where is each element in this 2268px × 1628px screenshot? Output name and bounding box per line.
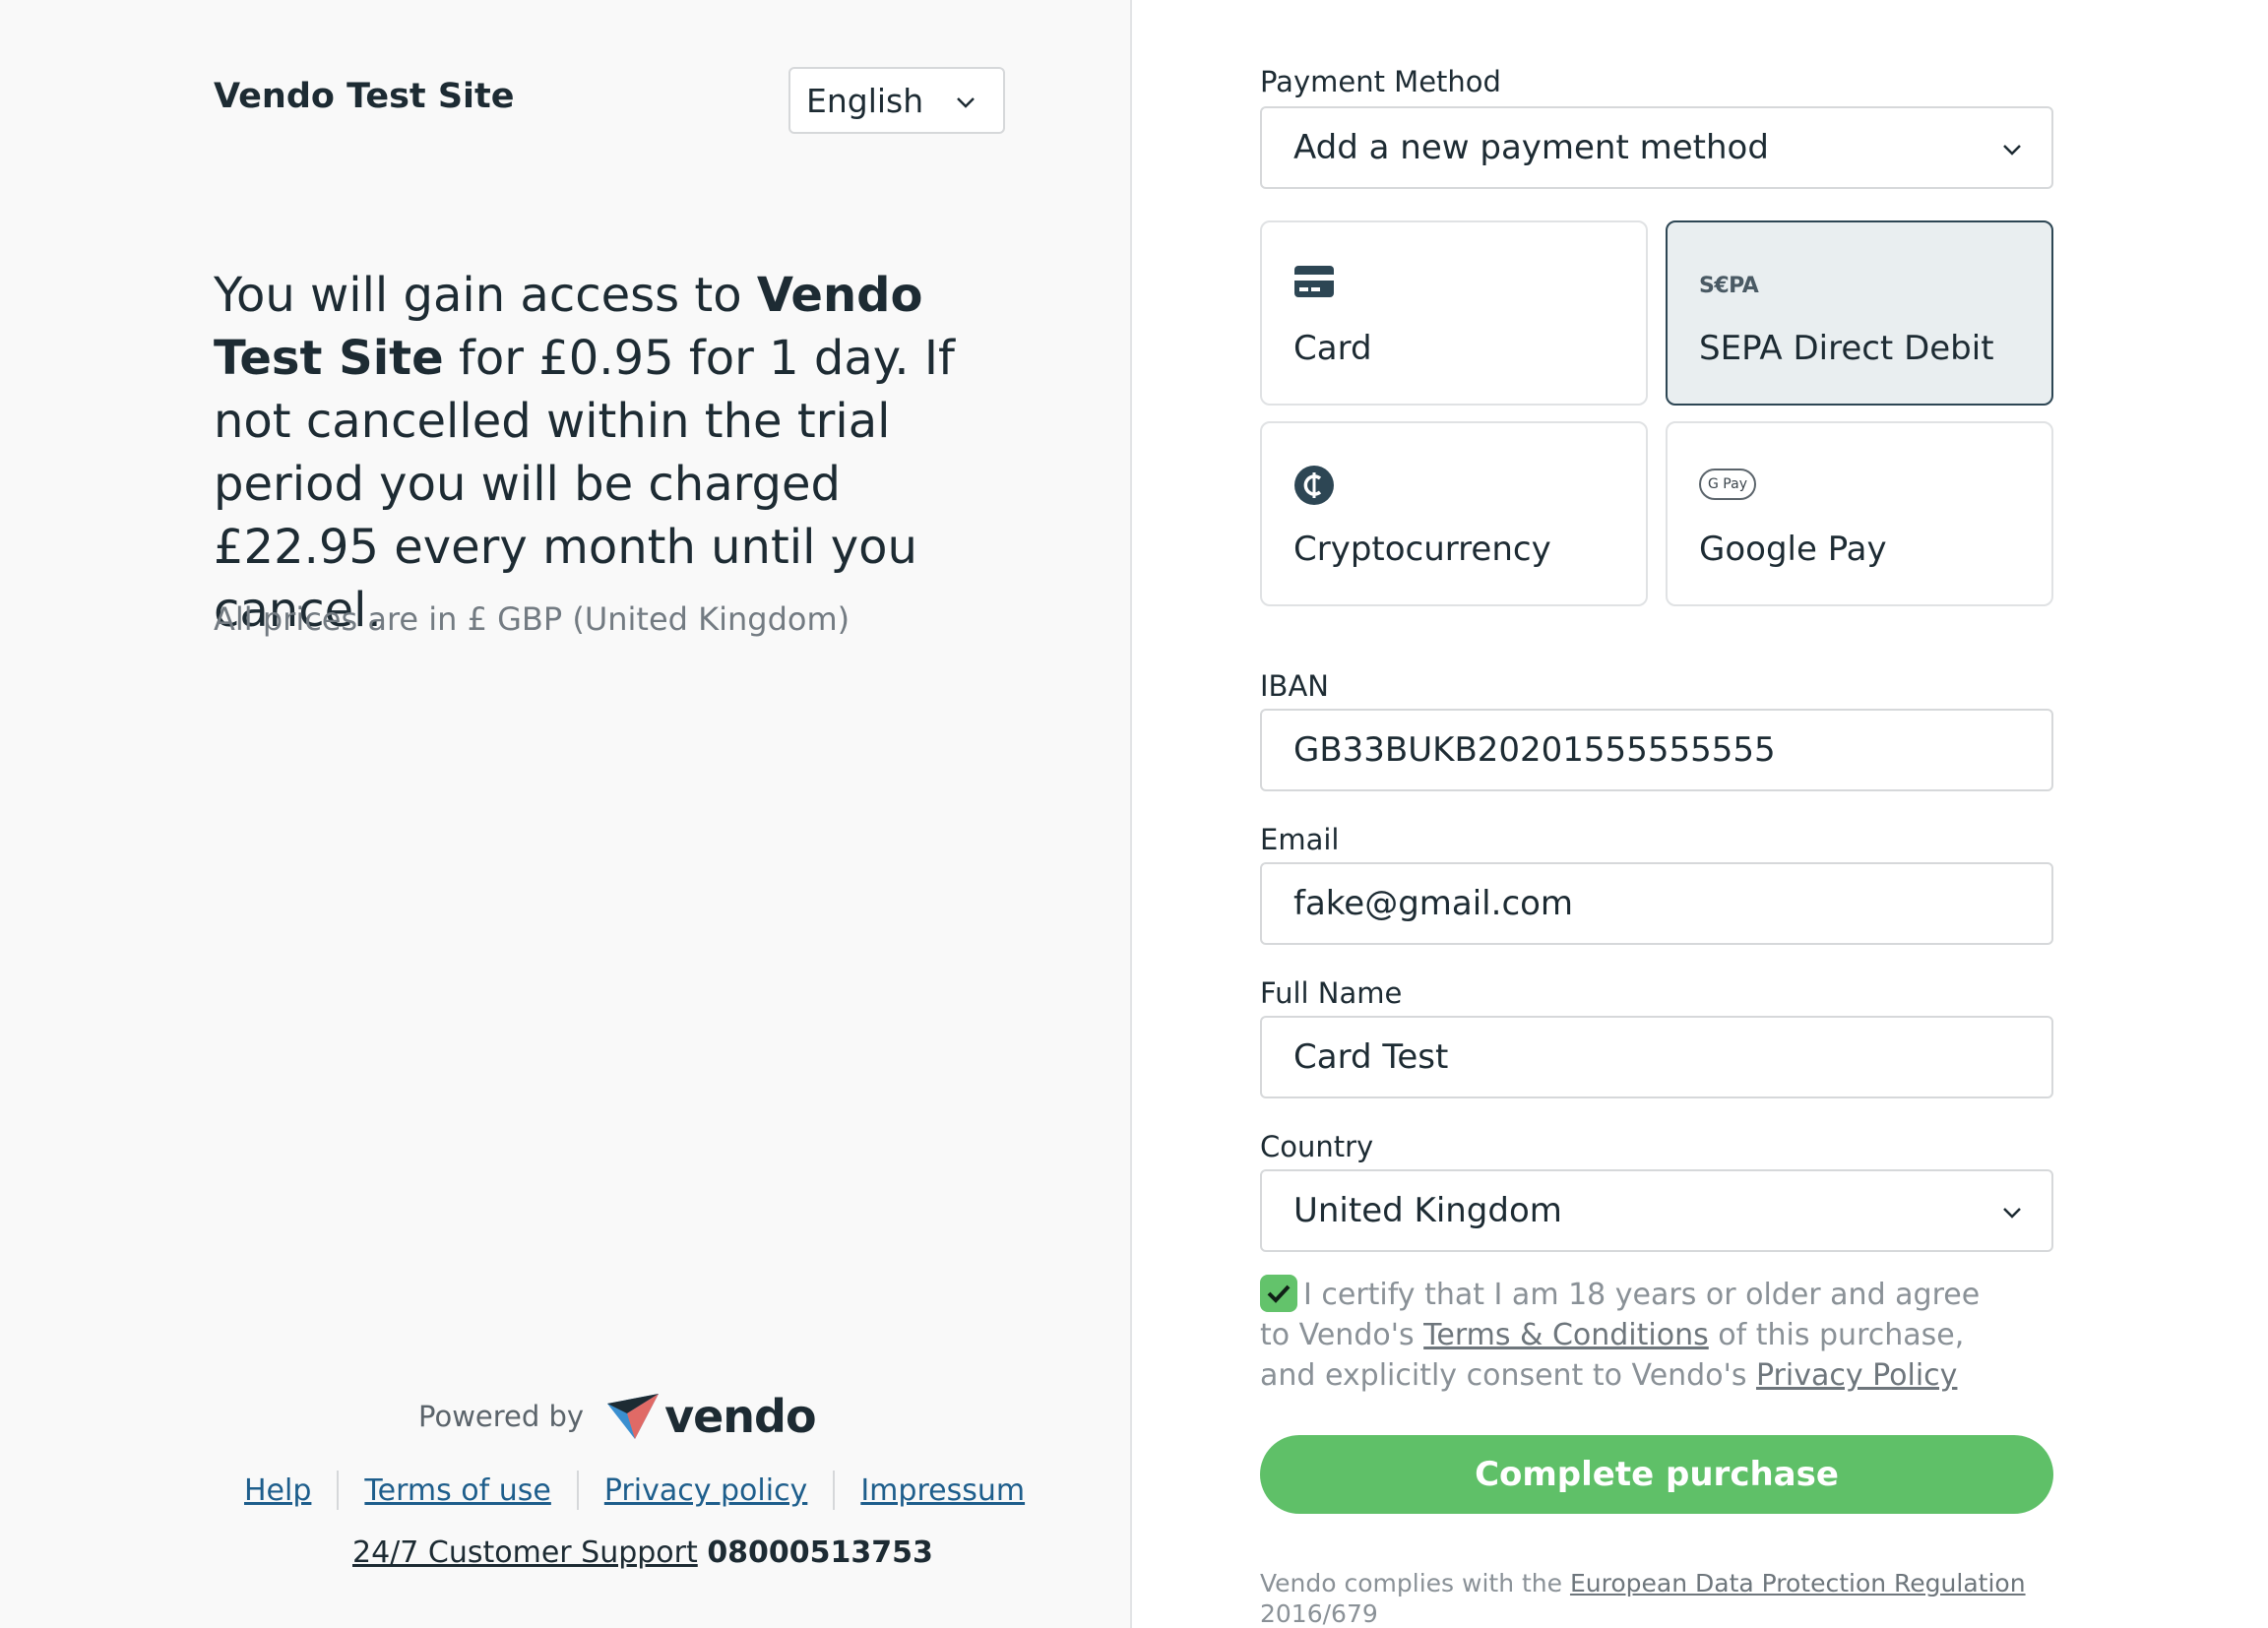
payment-option-label: Card [1293, 329, 1372, 368]
support-label[interactable]: 24/7 Customer Support [352, 1535, 698, 1570]
payment-method-select[interactable]: Add a new payment method [1260, 106, 2053, 189]
language-select[interactable]: English [788, 67, 1005, 134]
chevron-down-icon [957, 97, 975, 108]
powered-by-label: Powered by [418, 1400, 585, 1433]
privacy-policy-consent-link[interactable]: Privacy Policy [1756, 1358, 1957, 1393]
powered-by: Powered by vendo [418, 1390, 817, 1443]
vendo-logo-icon [607, 1394, 660, 1439]
help-link[interactable]: Help [244, 1473, 311, 1508]
payment-option-label: Cryptocurrency [1293, 530, 1551, 569]
offer-part1: You will gain access to [214, 268, 757, 323]
payment-option-card[interactable]: Card [1260, 220, 1648, 406]
payment-option-sepa[interactable]: S€PA SEPA Direct Debit [1666, 220, 2053, 406]
vendo-logo: vendo [605, 1390, 817, 1443]
checkmark-icon [1267, 1284, 1291, 1303]
footer-links: Help Terms of use Privacy policy Impress… [244, 1471, 1025, 1510]
full-name-field[interactable]: Card Test [1260, 1016, 2053, 1098]
email-label: Email [1260, 823, 1340, 856]
terms-of-use-link[interactable]: Terms of use [364, 1473, 550, 1508]
divider [337, 1471, 340, 1510]
iban-label: IBAN [1260, 669, 1329, 703]
payment-method-value: Add a new payment method [1293, 128, 1769, 167]
iban-field[interactable]: GB33BUKB20201555555555 [1260, 709, 2053, 791]
chevron-down-icon [2003, 1208, 2021, 1219]
email-field[interactable]: fake@gmail.com [1260, 862, 2053, 945]
country-label: Country [1260, 1130, 1374, 1163]
consent-text: I certify that I am 18 years or older an… [1260, 1275, 2008, 1396]
payment-option-label: Google Pay [1699, 530, 1887, 569]
payment-option-google-pay[interactable]: G Pay Google Pay [1666, 421, 2053, 606]
privacy-policy-link[interactable]: Privacy policy [604, 1473, 807, 1508]
email-value: fake@gmail.com [1293, 884, 1574, 923]
language-value: English [806, 81, 924, 120]
country-value: United Kingdom [1293, 1191, 1562, 1230]
complete-purchase-button[interactable]: Complete purchase [1260, 1435, 2053, 1514]
consent-checkbox[interactable] [1260, 1275, 1297, 1312]
left-panel: Vendo Test Site English You will gain ac… [0, 0, 1132, 1628]
google-pay-icon: G Pay [1699, 469, 1756, 500]
impressum-link[interactable]: Impressum [860, 1473, 1025, 1508]
full-name-label: Full Name [1260, 976, 1403, 1010]
gdpr-text-2: 2016/679 [1260, 1599, 1378, 1628]
sepa-icon: S€PA [1699, 274, 1759, 298]
support-phone: 08000513753 [707, 1535, 933, 1570]
offer-text: You will gain access to Vendo Test Site … [214, 264, 1001, 642]
customer-support: 24/7 Customer Support 08000513753 [352, 1535, 933, 1570]
gdpr-link[interactable]: European Data Protection Regulation [1570, 1569, 2026, 1597]
divider [833, 1471, 836, 1510]
crypto-icon [1294, 466, 1334, 505]
prices-note: All prices are in £ GBP (United Kingdom) [214, 600, 850, 638]
terms-conditions-link[interactable]: Terms & Conditions [1423, 1318, 1709, 1352]
gdpr-text: Vendo complies with the [1260, 1569, 1570, 1597]
payment-method-label: Payment Method [1260, 65, 1501, 98]
card-icon [1294, 266, 1334, 297]
iban-value: GB33BUKB20201555555555 [1293, 730, 1776, 770]
divider [576, 1471, 579, 1510]
chevron-down-icon [2003, 145, 2021, 156]
gdpr-notice: Vendo complies with the European Data Pr… [1260, 1568, 2048, 1628]
full-name-value: Card Test [1293, 1037, 1449, 1077]
country-select[interactable]: United Kingdom [1260, 1169, 2053, 1252]
payment-option-label: SEPA Direct Debit [1699, 329, 1994, 368]
site-title: Vendo Test Site [214, 77, 515, 116]
payment-option-cryptocurrency[interactable]: Cryptocurrency [1260, 421, 1648, 606]
vendo-wordmark: vendo [664, 1390, 816, 1443]
